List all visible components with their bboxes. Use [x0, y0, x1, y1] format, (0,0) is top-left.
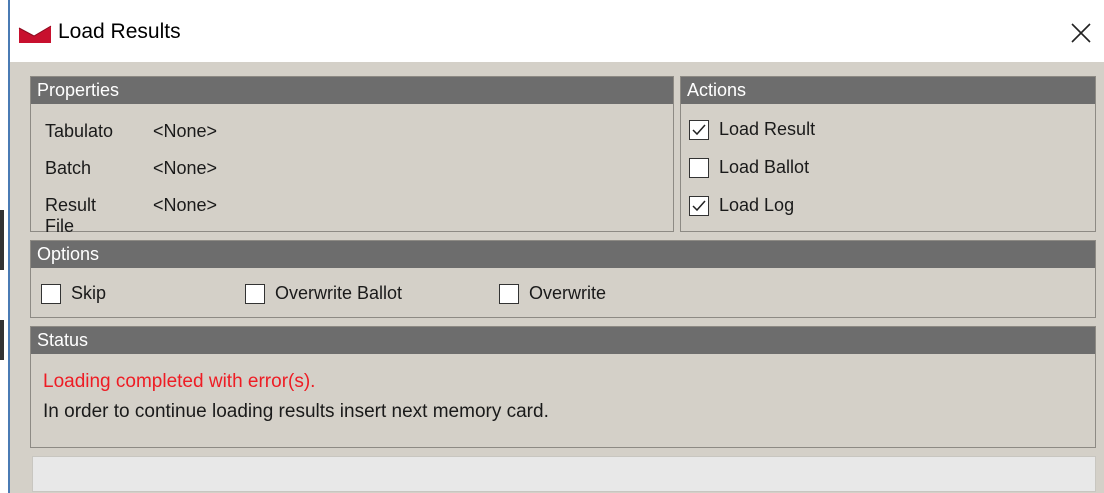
background-window-edge	[0, 210, 4, 270]
actions-panel: Actions Load Result Load Ballot Load Log	[680, 76, 1096, 232]
checkbox-label: Load Ballot	[719, 157, 810, 177]
checkmark-icon	[692, 200, 706, 211]
overwrite-checkbox[interactable]: Overwrite	[499, 283, 606, 304]
properties-header: Properties	[31, 77, 673, 104]
options-panel: Options Skip Overwrite Ballot Overwrite	[30, 240, 1096, 318]
property-value: <None>	[153, 158, 218, 178]
properties-panel: Properties Tabulato <None> Batch <None> …	[30, 76, 674, 236]
status-info-message: In order to continue loading results ins…	[43, 401, 549, 422]
checkbox-box[interactable]	[245, 283, 265, 304]
checkbox-label: Skip	[71, 283, 107, 303]
checkbox-label: Overwrite	[529, 283, 607, 303]
overwrite-ballot-checkbox[interactable]: Overwrite Ballot	[245, 283, 402, 304]
window-title: Load Results	[58, 20, 181, 43]
checkbox-label: Overwrite Ballot	[275, 283, 403, 303]
property-label: Tabulato	[45, 121, 114, 141]
load-ballot-checkbox[interactable]: Load Ballot	[689, 157, 809, 178]
property-value: <None>	[153, 121, 218, 141]
title-bar[interactable]: Load Results	[10, 0, 1104, 62]
status-header: Status	[31, 327, 1095, 354]
close-icon	[1071, 23, 1091, 43]
property-label: Batch	[45, 158, 92, 178]
close-button[interactable]	[1058, 10, 1104, 56]
checkbox-box[interactable]	[689, 119, 709, 140]
options-header: Options	[31, 241, 1095, 268]
status-error-message: Loading completed with error(s).	[43, 371, 316, 392]
checkbox-box[interactable]	[689, 157, 709, 178]
checkbox-box[interactable]	[41, 283, 61, 304]
load-results-window: Load Results Properties Tabulato <None> …	[0, 0, 1104, 493]
progress-bar	[32, 456, 1096, 492]
status-panel: Status Loading completed with error(s). …	[30, 326, 1096, 448]
skip-checkbox[interactable]: Skip	[41, 283, 106, 304]
background-window-edge	[0, 320, 4, 360]
checkbox-label: Load Result	[719, 119, 816, 139]
property-label: Result Filе	[45, 195, 97, 236]
dialog-body: Properties Tabulato <None> Batch <None> …	[10, 62, 1104, 493]
load-log-checkbox[interactable]: Load Log	[689, 195, 794, 216]
checkbox-box[interactable]	[689, 195, 709, 216]
actions-header: Actions	[681, 77, 1095, 104]
app-logo-icon	[18, 25, 52, 43]
property-value: <None>	[153, 195, 218, 215]
checkbox-box[interactable]	[499, 283, 519, 304]
load-result-checkbox[interactable]: Load Result	[689, 119, 815, 140]
checkmark-icon	[692, 124, 706, 135]
checkbox-label: Load Log	[719, 195, 795, 215]
